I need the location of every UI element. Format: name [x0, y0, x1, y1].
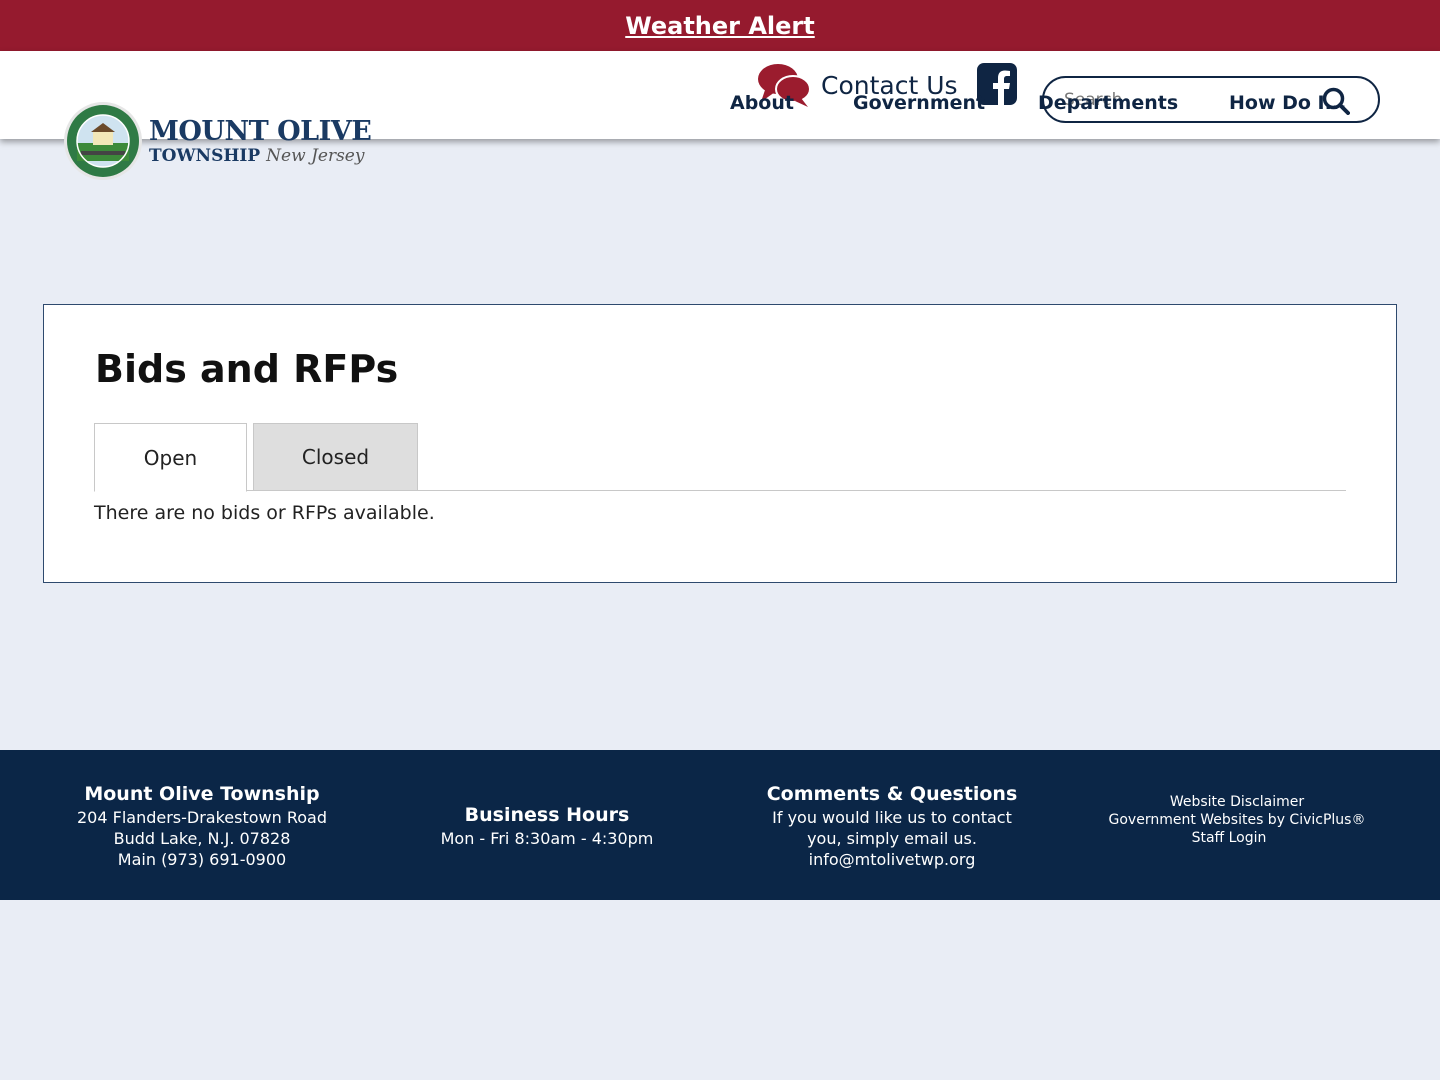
empty-message: There are no bids or RFPs available.	[94, 502, 435, 524]
staff-login-link[interactable]: Staff Login	[1076, 829, 1382, 847]
logo-line1: MOUNT OLIVE	[149, 115, 372, 147]
page-title: Bids and RFPs	[95, 347, 399, 391]
footer-hours-title: Business Hours	[464, 804, 630, 826]
footer-address-line2: Budd Lake, N.J. 07828	[113, 829, 291, 848]
footer-comments: Comments & Questions If you would like u…	[737, 781, 1047, 870]
bids-tabs: Open Closed	[94, 423, 1346, 492]
footer-org-name: Mount Olive Township	[84, 783, 320, 805]
alert-bar: Weather Alert	[0, 0, 1440, 51]
weather-alert-link[interactable]: Weather Alert	[625, 12, 815, 40]
footer-comments-title: Comments & Questions	[766, 783, 1018, 805]
tab-open[interactable]: Open	[94, 423, 247, 492]
footer-hours: Business Hours Mon - Fri 8:30am - 4:30pm	[407, 802, 687, 849]
civicplus-link[interactable]: Government Websites by CivicPlus®	[1092, 811, 1382, 829]
site-footer: Mount Olive Township 204 Flanders-Drakes…	[0, 750, 1440, 900]
site-logo[interactable]: MOUNT OLIVE TOWNSHIP New Jersey	[63, 100, 373, 182]
footer-links: Website Disclaimer Government Websites b…	[1092, 793, 1382, 847]
nav-how-do-i[interactable]: How Do I...	[1229, 92, 1346, 114]
logo-wordmark: MOUNT OLIVE TOWNSHIP New Jersey	[149, 115, 372, 166]
footer-comments-line2: you, simply email us.	[807, 829, 977, 848]
footer-address-line1: 204 Flanders-Drakestown Road	[76, 808, 327, 827]
bids-rfps-card: Bids and RFPs Open Closed There are no b…	[43, 304, 1397, 583]
footer-address: Mount Olive Township 204 Flanders-Drakes…	[42, 781, 362, 870]
nav-departments[interactable]: Departments	[1038, 92, 1178, 114]
township-seal-icon	[64, 102, 142, 180]
footer-hours-text: Mon - Fri 8:30am - 4:30pm	[440, 829, 654, 848]
website-disclaimer-link[interactable]: Website Disclaimer	[1092, 793, 1382, 811]
nav-about[interactable]: About	[730, 92, 794, 114]
nav-government[interactable]: Government	[853, 92, 985, 114]
footer-phone[interactable]: Main (973) 691-0900	[42, 849, 362, 870]
footer-comments-line1: If you would like us to contact	[772, 808, 1012, 827]
logo-line2: TOWNSHIP	[149, 145, 261, 166]
footer-email-link[interactable]: info@mtolivetwp.org	[737, 849, 1047, 870]
logo-state: New Jersey	[266, 145, 365, 166]
tab-closed[interactable]: Closed	[253, 423, 418, 491]
